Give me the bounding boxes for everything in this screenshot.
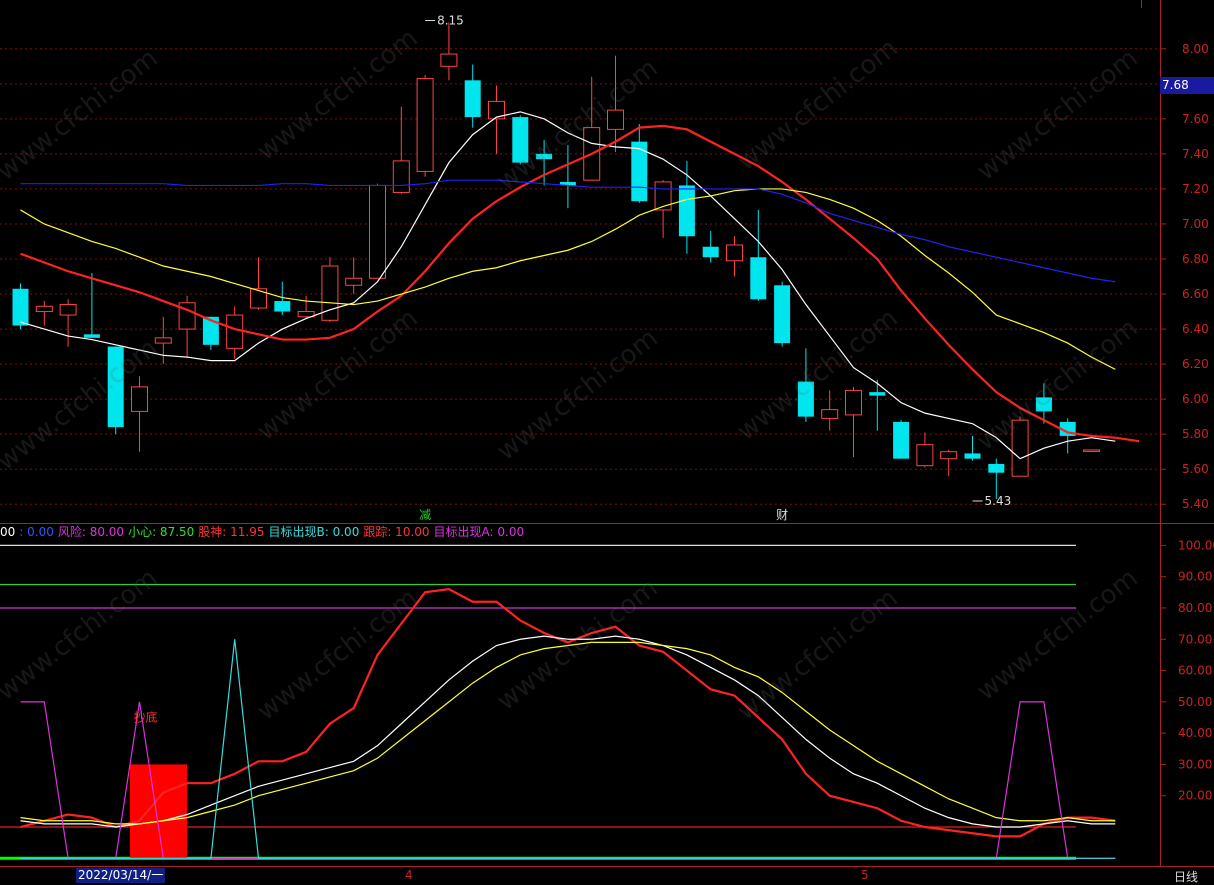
bottom-signal-bar (129, 764, 188, 859)
price-tick-label: 8.00 (1182, 42, 1209, 56)
indicator-tick-label: 80.00 (1178, 601, 1212, 615)
indicator-tick-label: 90.00 (1178, 570, 1212, 584)
indicator-tick-label: 30.00 (1178, 757, 1212, 771)
price-tick-label: 6.60 (1182, 287, 1209, 301)
candle-body (869, 392, 886, 396)
legend-item: 跟踪: 10.00 (363, 525, 430, 539)
candle-body (131, 386, 148, 412)
candle-body (83, 334, 100, 338)
last-price-tag: 7.68 (1160, 77, 1214, 94)
price-tick-label: 7.40 (1182, 147, 1209, 161)
price-tick-label: 6.80 (1182, 252, 1209, 266)
indicator-tick-label: 60.00 (1178, 664, 1212, 678)
price-tick-label: 6.00 (1182, 392, 1209, 406)
cursor-date-label: 2022/03/14/一 (76, 868, 166, 883)
legend-item: 风险: 80.00 (57, 525, 125, 539)
indicator-tick-label: 40.00 (1178, 726, 1212, 740)
candle-body (774, 285, 791, 344)
indicator-tick-label: 20.00 (1178, 789, 1212, 803)
candle-body (702, 246, 719, 258)
candle-body (893, 421, 910, 459)
candle-body (392, 160, 410, 193)
candle-body (59, 304, 77, 316)
extreme-price-label: 5.43 (985, 494, 1012, 508)
moving-average-line (20, 188, 1116, 370)
price-tick-label: 5.60 (1182, 462, 1209, 476)
legend-item: 小心: 87.50 (128, 525, 195, 539)
price-tick-label: 7.60 (1182, 112, 1209, 126)
legend-item: 目标出现B: 0.00 (268, 525, 360, 539)
candle-body (226, 314, 244, 349)
candle-body (416, 78, 434, 172)
event-marker: 财 (776, 508, 788, 522)
candle-body (274, 301, 291, 312)
x-label-may: 5 (861, 868, 869, 882)
candle-body (678, 185, 695, 237)
candle-body (464, 80, 481, 118)
price-tick-label: 5.40 (1182, 497, 1209, 511)
legend-item: : 0.00 (19, 525, 54, 539)
candle-body (821, 409, 839, 419)
candle-body (916, 444, 934, 467)
candle-body (750, 257, 767, 300)
candle-body (845, 389, 862, 416)
candle-body (654, 181, 672, 211)
legend-item: 股神: 11.95 (198, 525, 265, 539)
candle-body (1083, 449, 1100, 452)
candle-body (988, 463, 1005, 473)
period-tab-daily[interactable]: 日线 (1174, 868, 1198, 885)
price-tick-label: 7.00 (1182, 217, 1209, 231)
candle-body (940, 451, 958, 460)
indicator-legend: 00: 0.00 风险: 80.00 小心: 87.50 股神: 11.95 目标出现B… (0, 523, 528, 541)
extreme-price-label: 8.15 (437, 14, 464, 28)
x-label-april: 4 (405, 868, 413, 882)
candle-body (154, 337, 172, 344)
signal-annotation: 抄底 (134, 709, 158, 724)
candle-body (35, 305, 53, 313)
legend-item: 目标出现A: 0.00 (433, 525, 525, 539)
price-tick-label: 6.20 (1182, 357, 1209, 371)
candle-body (369, 184, 386, 279)
candle-body (345, 277, 363, 286)
indicator-tick-label: 100.00 (1178, 538, 1214, 552)
indicator-tick-label: 50.00 (1178, 695, 1212, 709)
event-marker: 减 (419, 508, 431, 522)
price-tick-label: 6.40 (1182, 322, 1209, 336)
candle-body (12, 288, 29, 326)
candle-body (726, 244, 743, 262)
price-tick-label: 7.20 (1182, 182, 1209, 196)
legend-item: 00 (0, 525, 16, 539)
price-tick-label: 5.80 (1182, 427, 1209, 441)
candle-body (964, 453, 981, 459)
candle-body (440, 53, 458, 67)
indicator-tick-label: 70.00 (1178, 632, 1212, 646)
